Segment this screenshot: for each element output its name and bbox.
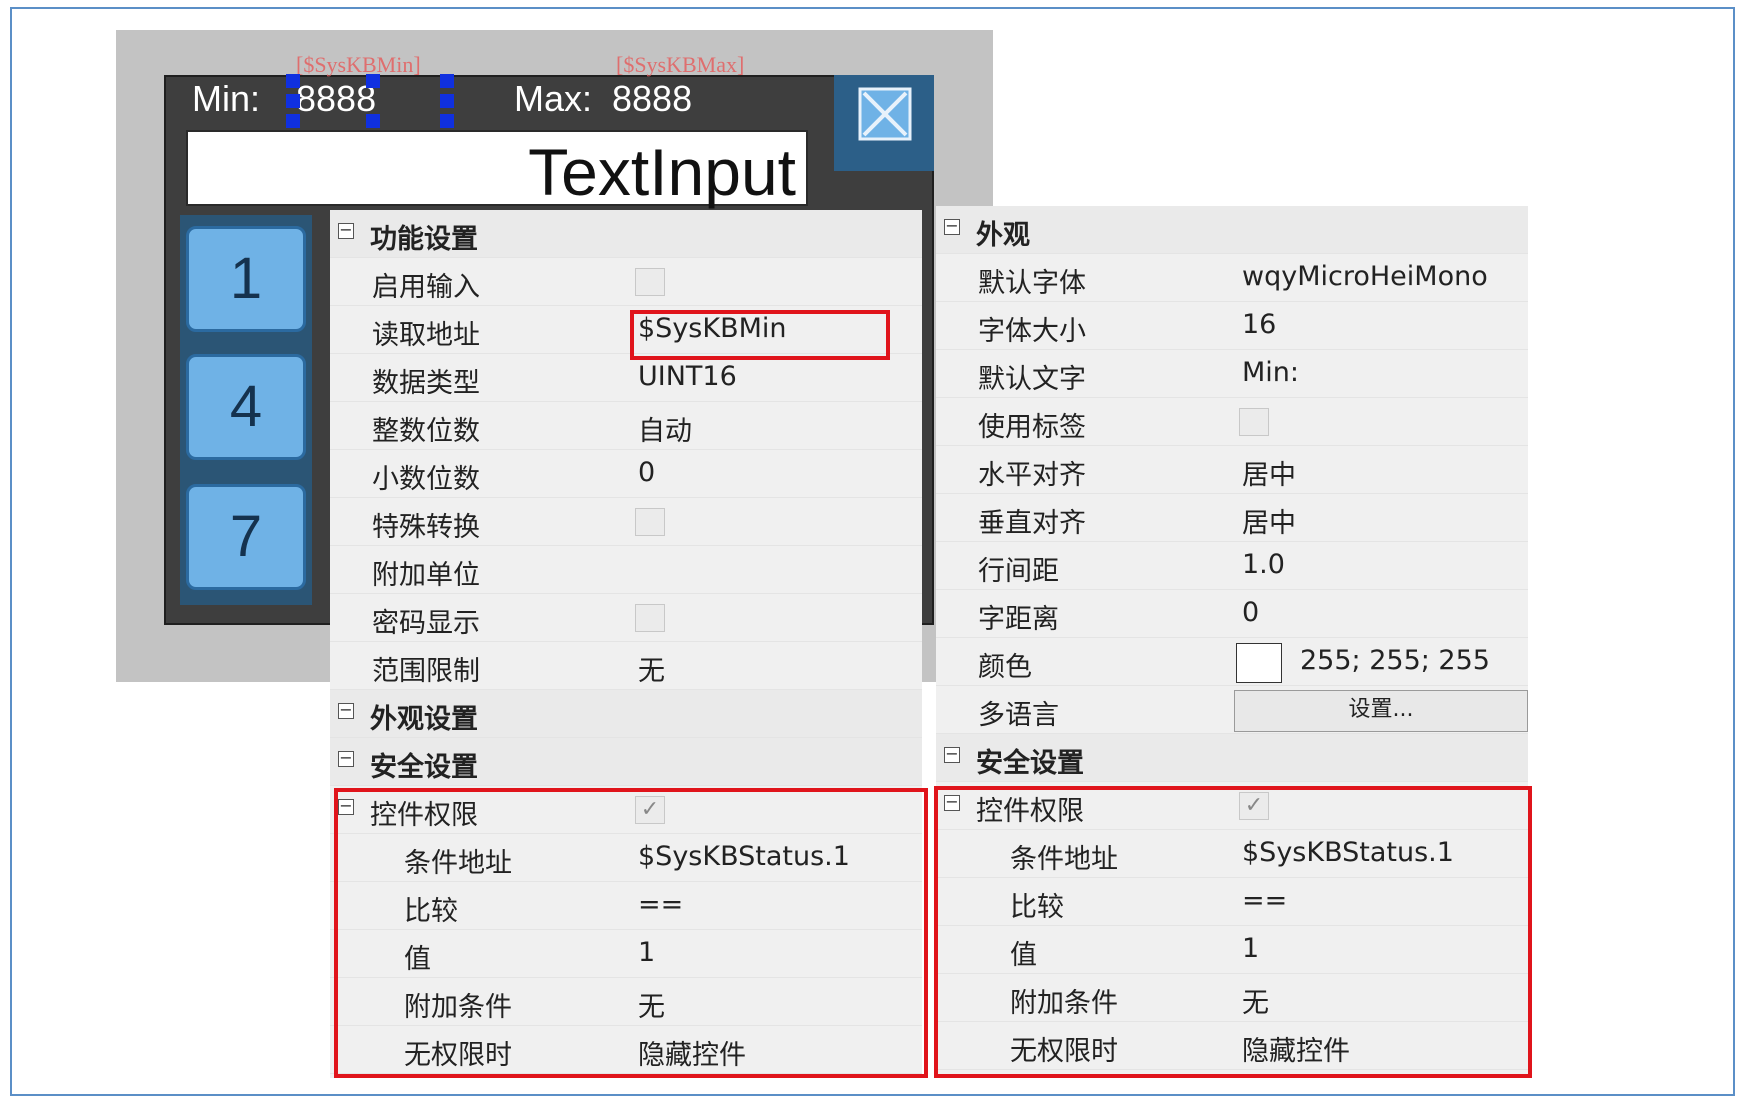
special-conversion-checkbox[interactable] (635, 508, 665, 536)
prop-row-font-size[interactable]: 字体大小 16 (936, 302, 1528, 350)
max-value[interactable]: 8888 (612, 78, 692, 120)
key-4[interactable]: 4 (186, 354, 306, 460)
prop-row-h-align[interactable]: 水平对齐 居中 (936, 446, 1528, 494)
min-address-tag: [$SysKBMin] (296, 52, 421, 77)
selection-handle[interactable] (286, 74, 300, 88)
max-address-tag: [$SysKBMax] (616, 52, 745, 77)
prop-row-line-spacing[interactable]: 行间距 1.0 (936, 542, 1528, 590)
prop-row-data-type[interactable]: 数据类型 UINT16 (330, 354, 922, 402)
selection-handle[interactable] (366, 114, 380, 128)
prop-row-char-spacing[interactable]: 字距离 0 (936, 590, 1528, 638)
prop-row-special-conversion[interactable]: 特殊转换 (330, 498, 922, 546)
prop-row-default-font[interactable]: 默认字体 wqyMicroHeiMono (936, 254, 1528, 302)
selection-handle[interactable] (440, 94, 454, 108)
prop-row-unit[interactable]: 附加单位 (330, 546, 922, 594)
min-label: Min: (192, 78, 261, 119)
selection-handle[interactable] (366, 74, 380, 88)
prop-row-range-limit[interactable]: 范围限制 无 (330, 642, 922, 690)
close-button[interactable] (834, 75, 934, 171)
section-appearance-settings[interactable]: − 外观设置 (330, 690, 922, 738)
section-appearance[interactable]: − 外观 (936, 206, 1528, 254)
selection-handle[interactable] (286, 114, 300, 128)
enable-input-checkbox[interactable] (635, 268, 665, 296)
selection-handle[interactable] (440, 74, 454, 88)
collapse-icon[interactable]: − (944, 746, 960, 763)
text-input-box[interactable]: TextInput (186, 130, 808, 209)
key-1[interactable]: 1 (186, 226, 306, 332)
highlight-permission-right (934, 786, 1532, 1078)
text-input-value: TextInput (528, 135, 796, 209)
prop-row-v-align[interactable]: 垂直对齐 居中 (936, 494, 1528, 542)
collapse-icon[interactable]: − (944, 218, 960, 235)
prop-row-multilanguage[interactable]: 多语言 设置... (936, 686, 1528, 734)
use-label-checkbox[interactable] (1239, 408, 1269, 436)
prop-row-integer-digits[interactable]: 整数位数 自动 (330, 402, 922, 450)
highlight-permission-left (334, 788, 928, 1078)
prop-row-password[interactable]: 密码显示 (330, 594, 922, 642)
password-checkbox[interactable] (635, 604, 665, 632)
close-icon (858, 87, 912, 141)
selection-handle[interactable] (440, 114, 454, 128)
prop-row-default-text[interactable]: 默认文字 Min: (936, 350, 1528, 398)
color-swatch[interactable] (1236, 643, 1282, 683)
key-7[interactable]: 7 (186, 484, 306, 590)
min-value[interactable]: 8888 (296, 78, 376, 120)
settings-button[interactable]: 设置... (1234, 690, 1528, 732)
section-function-settings[interactable]: − 功能设置 (330, 210, 922, 258)
section-security-settings[interactable]: − 安全设置 (330, 738, 922, 786)
selection-handle[interactable] (286, 94, 300, 108)
highlight-read-address (630, 310, 890, 360)
collapse-icon[interactable]: − (338, 750, 354, 767)
prop-row-use-label[interactable]: 使用标签 (936, 398, 1528, 446)
collapse-icon[interactable]: − (338, 702, 354, 719)
prop-row-color[interactable]: 颜色 255; 255; 255 (936, 638, 1528, 686)
prop-row-decimal-digits[interactable]: 小数位数 0 (330, 450, 922, 498)
max-label: Max: (514, 78, 593, 119)
section-security-settings-right[interactable]: − 安全设置 (936, 734, 1528, 782)
collapse-icon[interactable]: − (338, 222, 354, 239)
prop-row-enable-input[interactable]: 启用输入 (330, 258, 922, 306)
